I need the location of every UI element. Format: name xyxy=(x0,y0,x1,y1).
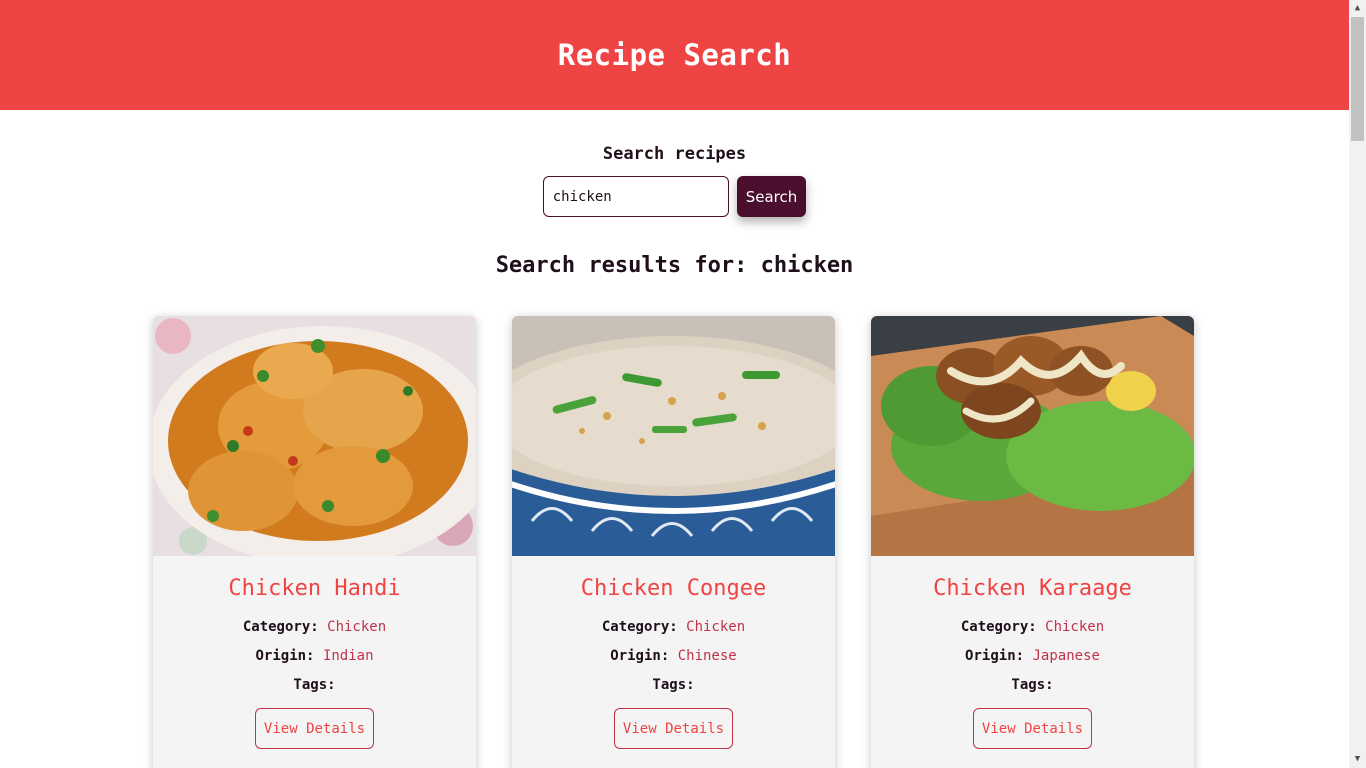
rice-porridge-image xyxy=(512,316,835,556)
recipe-title: Chicken Handi xyxy=(228,576,401,601)
search-section: Search recipes Search Search results for… xyxy=(0,110,1349,278)
recipe-category: Category: Chicken xyxy=(153,619,476,635)
results-heading: Search results for: chicken xyxy=(495,253,854,278)
recipe-tags: Tags: xyxy=(153,677,476,693)
origin-label: Origin: xyxy=(965,648,1025,664)
view-details-button[interactable]: View Details xyxy=(254,708,375,749)
origin-value: Indian xyxy=(322,648,374,664)
category-value: Chicken xyxy=(327,619,387,635)
recipe-card: Chicken Handi Category: Chicken Origin: … xyxy=(153,316,476,768)
tags-label: Tags: xyxy=(293,677,336,693)
view-details-button[interactable]: View Details xyxy=(613,708,734,749)
scroll-down-arrow-icon[interactable]: ▼ xyxy=(1349,751,1366,768)
page-title: Recipe Search xyxy=(557,38,792,72)
recipe-category: Category: Chicken xyxy=(512,619,835,635)
recipe-title: Chicken Karaage xyxy=(933,576,1132,601)
search-label: Search recipes xyxy=(602,144,747,164)
recipe-category: Category: Chicken xyxy=(871,619,1194,635)
category-label: Category: xyxy=(960,619,1037,635)
recipe-origin: Origin: Indian xyxy=(153,648,476,664)
recipe-tags: Tags: xyxy=(871,677,1194,693)
category-value: Chicken xyxy=(1045,619,1105,635)
recipe-image xyxy=(871,316,1194,556)
fried-chicken-image xyxy=(871,316,1194,556)
recipe-title: Chicken Congee xyxy=(580,576,767,601)
tags-label: Tags: xyxy=(1011,677,1054,693)
origin-label: Origin: xyxy=(255,648,315,664)
vertical-scrollbar[interactable]: ▲ ▼ xyxy=(1349,0,1366,768)
scroll-thumb[interactable] xyxy=(1351,17,1364,141)
scroll-up-arrow-icon[interactable]: ▲ xyxy=(1349,0,1366,17)
recipe-image xyxy=(512,316,835,556)
page: Recipe Search Search recipes Search Sear… xyxy=(0,0,1349,768)
curry-chicken-image xyxy=(153,316,476,556)
recipe-image xyxy=(153,316,476,556)
recipe-card: Chicken Congee Category: Chicken Origin:… xyxy=(512,316,835,768)
recipe-card: Chicken Karaage Category: Chicken Origin… xyxy=(871,316,1194,768)
origin-label: Origin: xyxy=(610,648,670,664)
recipe-origin: Origin: Chinese xyxy=(512,648,835,664)
site-header: Recipe Search xyxy=(0,0,1349,110)
search-input[interactable] xyxy=(542,176,729,217)
recipe-origin: Origin: Japanese xyxy=(871,648,1194,664)
search-row: Search xyxy=(0,176,1349,217)
view-details-button[interactable]: View Details xyxy=(972,708,1093,749)
recipe-card-list: Chicken Handi Category: Chicken Origin: … xyxy=(153,316,1194,768)
category-label: Category: xyxy=(242,619,319,635)
origin-value: Japanese xyxy=(1032,648,1100,664)
category-label: Category: xyxy=(601,619,678,635)
origin-value: Chinese xyxy=(677,648,737,664)
search-button[interactable]: Search xyxy=(736,176,807,217)
recipe-tags: Tags: xyxy=(512,677,835,693)
category-value: Chicken xyxy=(686,619,746,635)
tags-label: Tags: xyxy=(652,677,695,693)
